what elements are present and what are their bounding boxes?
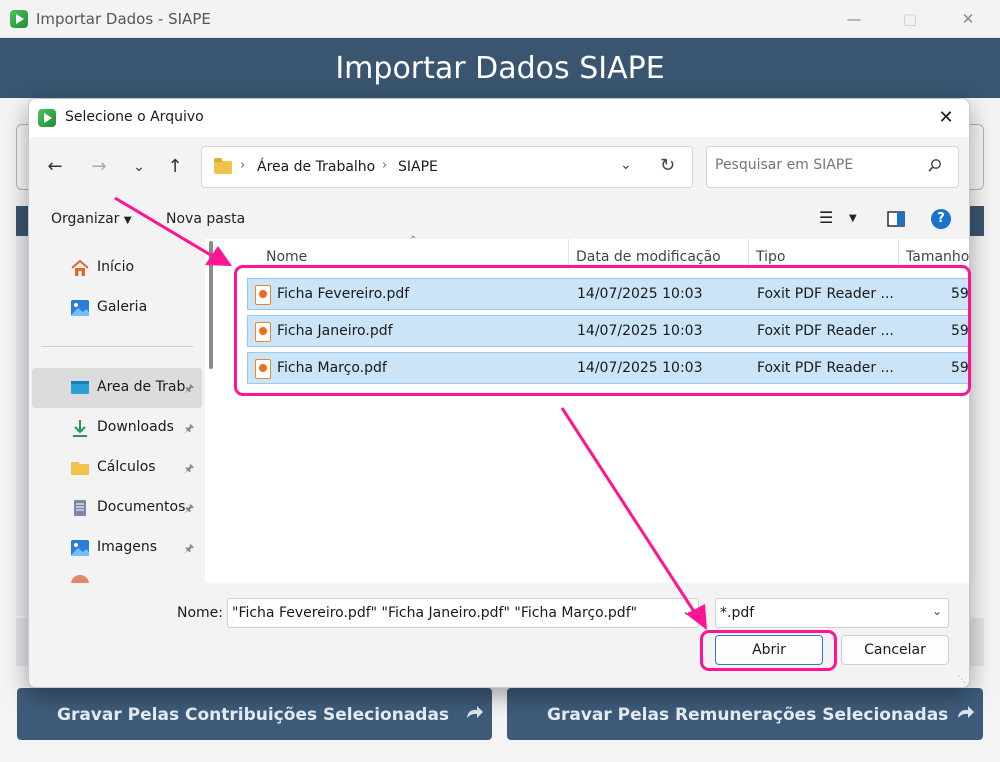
up-arrow-icon[interactable]: ↑	[161, 153, 189, 181]
navigation-bar: ← → ⌄ ↑ › Área de Trabalho › SIAPE ⌄ ↻	[29, 137, 969, 199]
app-icon	[10, 10, 28, 28]
sidebar-item-partial	[71, 575, 89, 583]
sidebar-item-downloads[interactable]: Downloads 🖈	[32, 408, 202, 448]
address-dropdown-chevron-icon[interactable]: ⌄	[620, 157, 632, 173]
gallery-icon	[71, 300, 89, 316]
close-icon[interactable]: ✕	[956, 9, 980, 29]
forward-arrow-icon[interactable]: →	[85, 153, 113, 181]
file-selection-highlight	[234, 265, 971, 396]
sidebar-item-imagens[interactable]: Imagens 🖈	[32, 528, 202, 568]
app-icon	[38, 109, 56, 127]
chevron-down-icon[interactable]: ⌄	[682, 604, 692, 618]
redo-arrow-icon	[467, 706, 483, 718]
preview-pane-icon[interactable]	[887, 211, 905, 227]
search-input[interactable]	[715, 157, 915, 173]
folder-icon	[214, 158, 232, 174]
column-header-name[interactable]: Nome	[266, 249, 307, 265]
file-type-value: *.pdf	[720, 605, 755, 621]
gravar-contribuicoes-label: Gravar Pelas Contribuições Selecionadas	[57, 705, 450, 725]
breadcrumb-separator-icon: ›	[382, 158, 388, 173]
desktop-icon	[71, 381, 89, 394]
view-options-icon[interactable]: ☰	[819, 208, 833, 227]
sidebar-item-label: Área de Trab	[97, 379, 186, 395]
sidebar-item-label: Imagens	[97, 539, 158, 555]
redo-arrow-icon	[958, 706, 974, 718]
view-options-chevron-icon[interactable]: ▼	[849, 213, 857, 224]
pin-icon: 🖈	[184, 502, 195, 515]
sort-ascending-icon: ⌃	[409, 235, 418, 246]
chevron-down-icon: ▼	[123, 215, 132, 226]
sidebar-item-label: Documentos	[97, 499, 186, 515]
resize-grip-icon[interactable]: ⋱	[957, 675, 966, 685]
new-folder-button[interactable]: Nova pasta	[166, 211, 245, 227]
organize-menu[interactable]: Organizar ▼	[51, 211, 132, 227]
maximize-icon[interactable]: □	[898, 9, 922, 29]
search-icon	[928, 159, 941, 172]
main-titlebar: Importar Dados - SIAPE — □ ✕	[0, 0, 1000, 38]
column-header-type[interactable]: Tipo	[756, 249, 785, 265]
background-grid-body	[16, 236, 28, 616]
help-icon[interactable]: ?	[931, 209, 951, 229]
sidebar-item-calculos[interactable]: Cálculos 🖈	[32, 448, 202, 488]
sidebar-item-label: Downloads	[97, 419, 174, 435]
file-name-label: Nome:	[177, 605, 224, 621]
refresh-icon[interactable]: ↻	[660, 155, 675, 176]
gravar-contribuicoes-button[interactable]: Gravar Pelas Contribuições Selecionadas	[17, 688, 492, 740]
column-header-size[interactable]: Tamanho	[906, 249, 969, 265]
column-header-modified[interactable]: Data de modificação	[576, 249, 721, 265]
cancel-button[interactable]: Cancelar	[841, 635, 949, 665]
open-button-highlight	[700, 630, 837, 671]
breadcrumb-separator-icon: ›	[240, 158, 246, 173]
organize-label: Organizar	[51, 211, 120, 227]
file-name-field[interactable]: "Ficha Fevereiro.pdf" "Ficha Janeiro.pdf…	[227, 598, 699, 628]
download-icon	[73, 420, 87, 437]
dialog-title: Selecione o Arquivo	[65, 109, 204, 125]
home-icon	[71, 259, 89, 276]
sidebar-item-label: Cálculos	[97, 459, 156, 475]
main-window-title: Importar Dados - SIAPE	[36, 10, 211, 28]
file-type-select[interactable]: *.pdf ⌄	[715, 598, 949, 628]
sidebar-divider	[41, 346, 193, 347]
file-name-value: "Ficha Fevereiro.pdf" "Ficha Janeiro.pdf…	[232, 605, 638, 621]
search-box[interactable]	[706, 146, 959, 188]
folder-icon	[71, 462, 89, 475]
sidebar-item-label: Início	[97, 259, 135, 275]
gravar-remuneracoes-button[interactable]: Gravar Pelas Remunerações Selecionadas	[507, 688, 983, 740]
pin-icon: 🖈	[184, 382, 195, 395]
back-arrow-icon[interactable]: ←	[41, 153, 69, 181]
command-bar: Organizar ▼ Nova pasta ☰ ▼ ?	[29, 199, 969, 239]
recent-locations-chevron-icon[interactable]: ⌄	[125, 153, 153, 181]
sidebar-item-area-de-trabalho[interactable]: Área de Trab 🖈	[32, 368, 202, 408]
dialog-close-icon[interactable]: ✕	[935, 107, 957, 129]
pin-icon: 🖈	[184, 422, 195, 435]
address-bar[interactable]: › Área de Trabalho › SIAPE ⌄ ↻	[201, 146, 693, 188]
pin-icon: 🖈	[184, 462, 195, 475]
main-header: Importar Dados SIAPE	[0, 38, 1000, 98]
breadcrumb-desktop[interactable]: Área de Trabalho	[257, 159, 375, 175]
sidebar-item-galeria[interactable]: Galeria	[32, 288, 202, 328]
document-icon	[74, 500, 86, 516]
pin-icon: 🖈	[184, 542, 195, 555]
sidebar-item-label: Galeria	[97, 299, 148, 315]
sidebar-item-inicio[interactable]: Início	[32, 248, 202, 288]
navigation-sidebar: Início Galeria Área de Trab 🖈 Downloads …	[29, 239, 205, 583]
breadcrumb-siape[interactable]: SIAPE	[398, 159, 438, 175]
chevron-down-icon[interactable]: ⌄	[932, 604, 942, 618]
dialog-titlebar: Selecione o Arquivo ✕	[29, 99, 969, 137]
sidebar-item-documentos[interactable]: Documentos 🖈	[32, 488, 202, 528]
image-icon	[71, 540, 89, 556]
gravar-remuneracoes-label: Gravar Pelas Remunerações Selecionadas	[547, 705, 949, 725]
sidebar-scrollbar[interactable]	[209, 241, 213, 369]
minimize-icon[interactable]: —	[842, 9, 866, 29]
